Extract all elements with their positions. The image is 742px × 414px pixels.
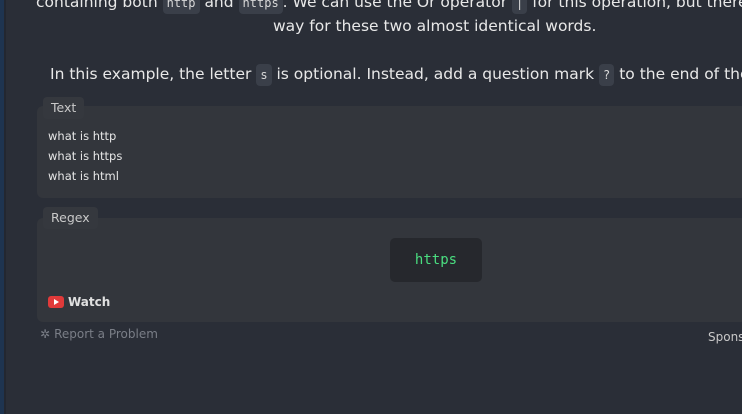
inline-code-question: ? bbox=[599, 64, 615, 86]
watch-button[interactable]: Watch bbox=[48, 294, 110, 310]
regex-input[interactable]: https bbox=[390, 238, 482, 282]
report-problem-link[interactable]: ✲ Report a Problem bbox=[40, 327, 158, 341]
text-line-3: what is html bbox=[48, 169, 119, 183]
youtube-icon bbox=[48, 296, 64, 308]
text-panel bbox=[37, 106, 742, 198]
inline-code-http: http bbox=[162, 0, 200, 14]
intro-line-1: containing both http and https. We can u… bbox=[36, 0, 742, 14]
inline-code-pipe: | bbox=[512, 0, 528, 14]
inline-code-https: https bbox=[238, 0, 283, 14]
text-panel-content: what is http what is https what is html bbox=[48, 126, 122, 186]
bug-icon: ✲ bbox=[40, 327, 51, 341]
regex-panel-tab: Regex bbox=[43, 207, 98, 229]
intro-text-2: and bbox=[204, 0, 234, 11]
example-text-2: is optional. Instead, add a question mar… bbox=[276, 65, 595, 83]
intro-text-4: for this operation, but there bbox=[532, 0, 742, 11]
text-panel-tab: Text bbox=[43, 97, 85, 119]
intro-text-1: containing both bbox=[36, 0, 158, 11]
example-paragraph: In this example, the letter s is optiona… bbox=[50, 64, 742, 86]
sponsor-label: Spons bbox=[708, 330, 742, 344]
inline-code-s: s bbox=[256, 64, 272, 86]
text-line-2: what is https bbox=[48, 149, 123, 163]
lesson-content: containing both http and https. We can u… bbox=[0, 0, 742, 414]
watch-label: Watch bbox=[68, 295, 111, 309]
example-text-1: In this example, the letter bbox=[50, 65, 252, 83]
intro-line-2: way for these two almost identical words… bbox=[273, 17, 597, 35]
text-line-1: what is http bbox=[48, 129, 117, 143]
report-label: Report a Problem bbox=[54, 327, 158, 341]
intro-text-3: . We can use the Or operator bbox=[282, 0, 508, 11]
example-text-3: to the end of the bbox=[619, 65, 742, 83]
